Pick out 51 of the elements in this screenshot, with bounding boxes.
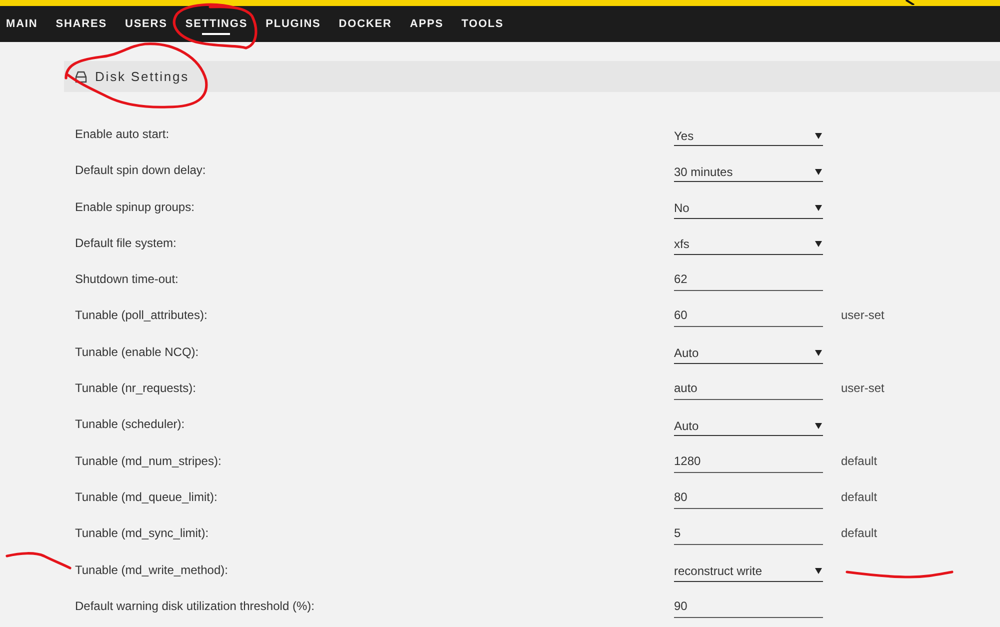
input-field[interactable]: 62 <box>674 271 823 292</box>
select-field[interactable]: 30 minutes <box>674 162 823 182</box>
setting-note: default <box>841 525 878 542</box>
setting-label: Shutdown time-out: <box>75 271 180 288</box>
nav-tab[interactable]: SHARES <box>56 13 107 35</box>
caret-down-icon <box>815 132 822 138</box>
setting-label: Tunable (md_queue_limit): <box>75 488 218 505</box>
caret-down-icon <box>815 350 822 356</box>
nav-tab[interactable]: MAIN <box>6 13 38 35</box>
select-field[interactable]: No <box>674 198 823 219</box>
setting-label: Tunable (nr_requests): <box>75 380 197 396</box>
input-field[interactable]: 60 <box>674 307 823 328</box>
select-field[interactable]: Auto <box>674 344 823 364</box>
nav-tab[interactable]: APPS <box>410 13 444 35</box>
select-field[interactable]: Auto <box>674 416 823 436</box>
input-field[interactable]: 80 <box>674 488 823 509</box>
setting-label: Tunable (md_sync_limit): <box>75 525 210 542</box>
section-title: Disk Settings <box>95 68 190 86</box>
caret-down-icon <box>815 241 822 248</box>
caret-down-icon <box>815 422 822 429</box>
setting-note: user-set <box>841 380 884 396</box>
select-field[interactable]: reconstruct write <box>674 562 823 582</box>
setting-note: default <box>841 488 878 505</box>
caret-down-icon <box>815 568 822 574</box>
caret-down-icon <box>815 168 822 175</box>
nav-tab[interactable]: PLUGINS <box>266 13 321 35</box>
setting-label: Default file system: <box>75 234 178 251</box>
select-field[interactable]: xfs <box>674 234 823 255</box>
input-field[interactable]: auto <box>674 380 823 400</box>
input-field[interactable]: 5 <box>674 525 823 546</box>
setting-note: user-set <box>841 307 884 324</box>
nav-tab[interactable]: SETTINGS <box>185 13 248 35</box>
setting-label: Enable spinup groups: <box>75 198 196 215</box>
setting-label: Tunable (poll_attributes): <box>75 307 208 324</box>
input-field[interactable]: 1280 <box>674 452 823 473</box>
hand-drawn-line <box>6 552 72 570</box>
setting-label: Default warning disk utilization threshold (%): <box>75 598 316 614</box>
select-field[interactable]: Yes <box>674 126 823 146</box>
setting-label: Enable auto start: <box>75 126 170 142</box>
nav-tab[interactable]: USERS <box>124 13 168 35</box>
setting-label: Tunable (md_num_stripes): <box>75 452 222 469</box>
input-field[interactable]: 90 <box>674 598 823 618</box>
setting-label: Tunable (enable NCQ): <box>75 344 200 360</box>
caret-down-icon <box>815 205 822 212</box>
setting-note: default <box>841 452 878 469</box>
hard-drive-icon <box>75 70 87 82</box>
setting-label: Tunable (scheduler): <box>75 416 186 432</box>
nav-tab[interactable]: TOOLS <box>461 13 504 35</box>
setting-label: Tunable (md_write_method): <box>75 562 229 578</box>
setting-label: Default spin down delay: <box>75 162 207 178</box>
nav-tab[interactable]: DOCKER <box>338 13 392 35</box>
